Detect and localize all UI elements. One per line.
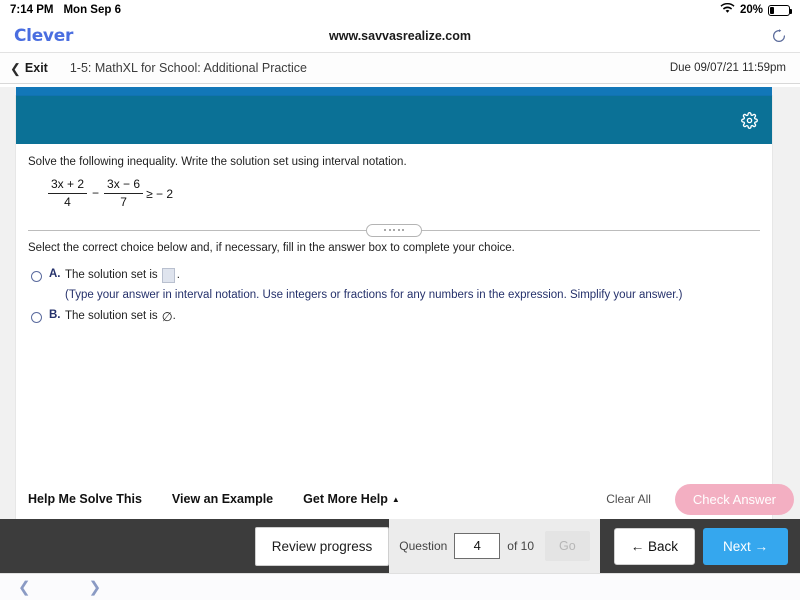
choice-b-text-before: The solution set is [65, 310, 158, 322]
chevron-right-icon[interactable]: ❯ [89, 580, 102, 595]
question-prompt: Solve the following inequality. Write th… [26, 144, 762, 168]
radio-button-a[interactable] [31, 271, 42, 282]
get-more-help-label: Get More Help [303, 492, 388, 506]
battery-icon [768, 5, 790, 16]
question-body: Solve the following inequality. Write th… [16, 144, 772, 326]
status-time: 7:14 PM [10, 4, 53, 16]
choice-a-hint: (Type your answer in interval notation. … [26, 285, 762, 309]
math-relation: ≥ − 2 [146, 187, 173, 201]
resize-drag-handle[interactable] [366, 224, 422, 237]
choice-a-text-before: The solution set is [65, 269, 158, 281]
ios-status-bar: 7:14 PM Mon Sep 6 20% [0, 0, 800, 20]
choice-a-letter: A. [49, 268, 65, 280]
status-right-cluster: 20% [720, 3, 790, 17]
choice-b-text-after: . [173, 310, 176, 322]
arrow-left-icon: ← [631, 539, 645, 554]
chevron-left-icon: ❮ [10, 62, 21, 75]
gear-icon[interactable] [741, 112, 758, 129]
url-display[interactable]: www.savvasrealize.com [0, 29, 800, 43]
math-expression: 3x + 2 4 − 3x − 6 7 ≥ − 2 [26, 168, 762, 210]
choice-a[interactable]: A. The solution set is . [26, 268, 762, 285]
next-button[interactable]: Next → [703, 528, 788, 565]
browser-top-bar: Clever www.savvasrealize.com [0, 20, 800, 52]
panel-divider [26, 224, 762, 236]
question-number-input[interactable]: 4 [454, 533, 500, 559]
chevron-left-icon[interactable]: ❮ [18, 580, 31, 595]
arrow-right-icon: → [755, 539, 769, 554]
assignment-nav-bar: ❮ Exit 1-5: MathXL for School: Additiona… [0, 52, 800, 84]
choice-instructions: Select the correct choice below and, if … [26, 236, 762, 254]
battery-percent: 20% [740, 4, 763, 16]
status-date: Mon Sep 6 [63, 4, 121, 16]
question-total-label: of 10 [507, 539, 534, 553]
reload-icon[interactable] [772, 29, 786, 43]
question-number-group: Question 4 of 10 Go [389, 519, 599, 573]
review-progress-button[interactable]: Review progress [255, 527, 390, 566]
wifi-icon [720, 3, 735, 17]
screen: 7:14 PM Mon Sep 6 20% Clever www.savvasr… [0, 0, 800, 600]
back-button[interactable]: ← Back [614, 528, 695, 565]
exit-label: Exit [25, 61, 48, 75]
fraction-two-denominator: 7 [117, 196, 130, 210]
fraction-one-numerator: 3x + 2 [48, 178, 87, 192]
browser-bottom-toolbar: ❮ ❯ [0, 573, 800, 600]
check-answer-button[interactable]: Check Answer [675, 484, 794, 515]
choice-a-text-after: . [177, 269, 180, 281]
math-operator: − [92, 186, 99, 201]
choice-b[interactable]: B. The solution set is ∅ . [26, 309, 762, 326]
choice-a-text: The solution set is . [65, 268, 180, 283]
help-me-solve-this-button[interactable]: Help Me Solve This [28, 492, 142, 506]
radio-button-b[interactable] [31, 312, 42, 323]
clear-all-button[interactable]: Clear All [606, 492, 651, 506]
caret-up-icon: ▲ [392, 495, 400, 504]
clever-logo: Clever [14, 26, 73, 46]
choice-b-letter: B. [49, 309, 65, 321]
answer-input-a[interactable] [162, 268, 175, 283]
choice-b-text: The solution set is ∅ . [65, 309, 176, 324]
exercise-action-bar: Help Me Solve This View an Example Get M… [16, 479, 772, 519]
exercise-card: Solve the following inequality. Write th… [16, 96, 772, 573]
get-more-help-button[interactable]: Get More Help ▲ [303, 492, 400, 506]
view-an-example-button[interactable]: View an Example [172, 492, 273, 506]
exercise-header [16, 96, 772, 144]
fraction-two: 3x − 6 7 [104, 178, 143, 210]
empty-set-symbol: ∅ [162, 309, 173, 324]
back-label: Back [648, 539, 678, 554]
scrolled-blue-strip [16, 87, 772, 96]
answer-choices: A. The solution set is . (Type your answ… [26, 254, 762, 326]
exit-button[interactable]: ❮ Exit [10, 61, 48, 75]
next-label: Next [723, 539, 751, 554]
fraction-one-denominator: 4 [61, 196, 74, 210]
go-button[interactable]: Go [545, 531, 590, 561]
fraction-two-numerator: 3x − 6 [104, 178, 143, 192]
assignment-title: 1-5: MathXL for School: Additional Pract… [70, 61, 307, 75]
fraction-one: 3x + 2 4 [48, 178, 87, 210]
question-label: Question [399, 539, 447, 553]
question-navigation-bar: Review progress Question 4 of 10 Go ← Ba… [0, 519, 800, 573]
due-date: Due 09/07/21 11:59pm [670, 62, 786, 74]
